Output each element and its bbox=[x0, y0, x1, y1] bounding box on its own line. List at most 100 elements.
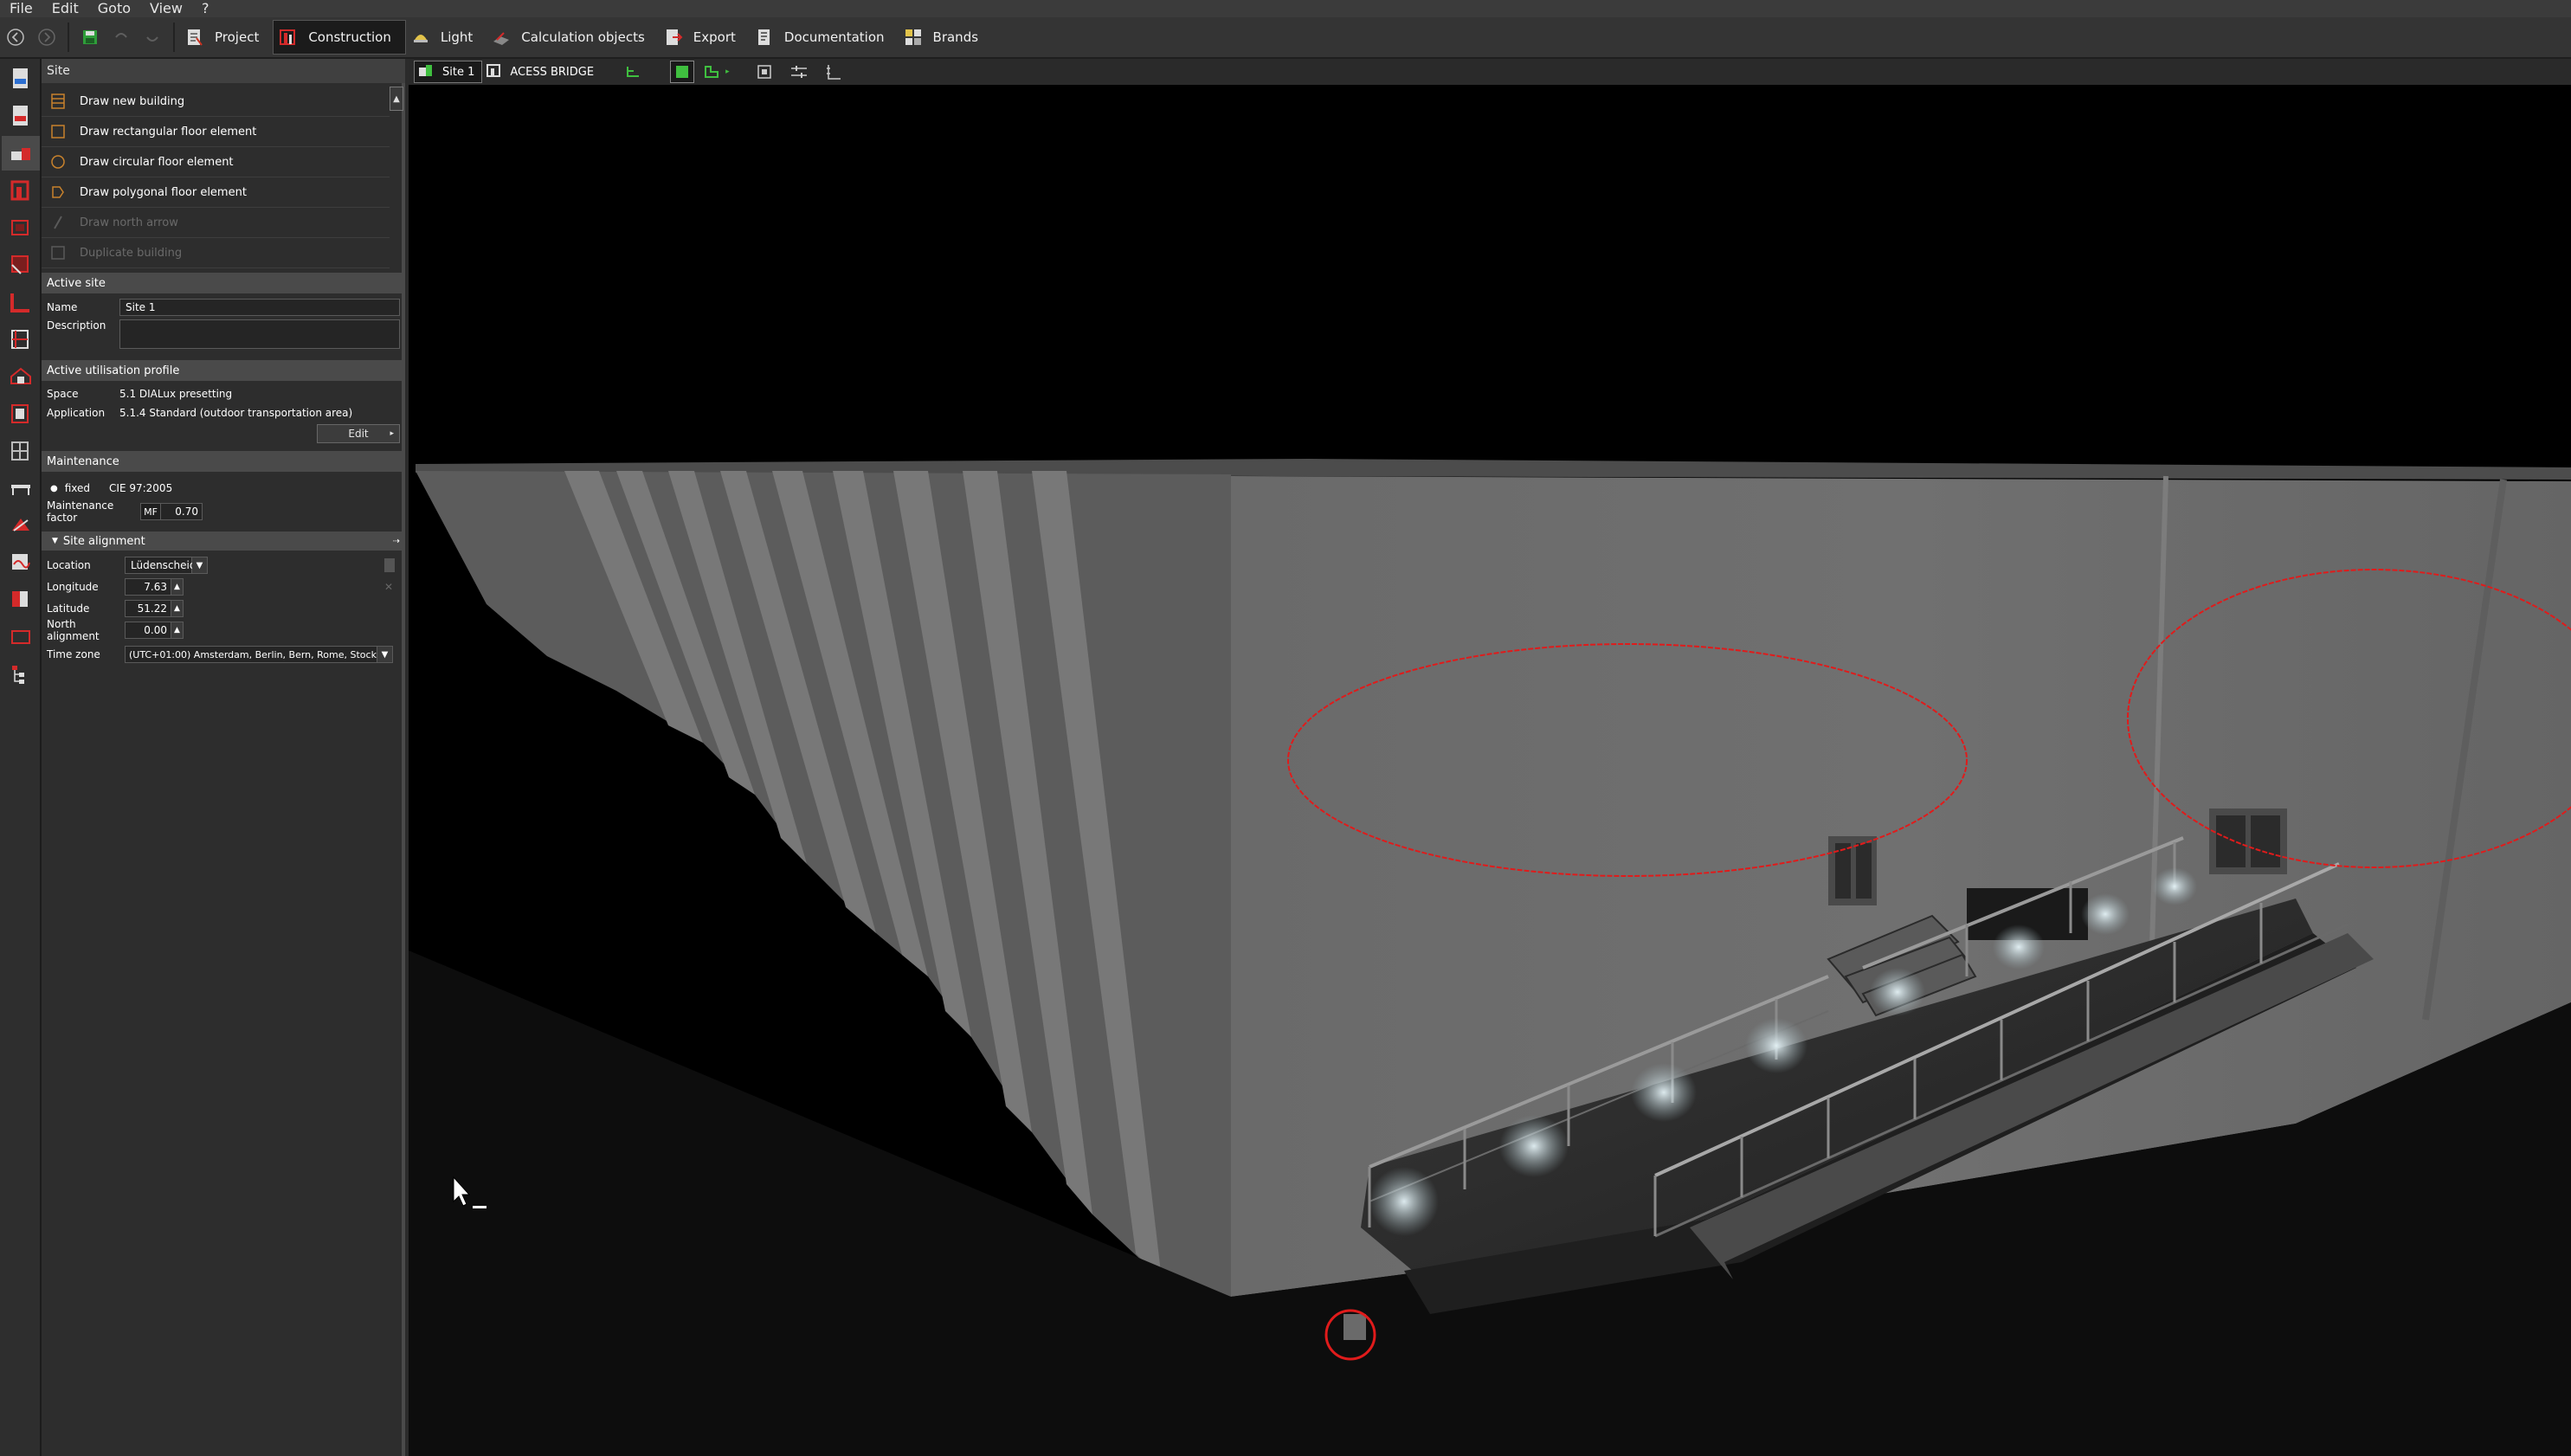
location-select[interactable]: Lüdenscheid bbox=[125, 557, 196, 574]
utilisation-profile-section: Active utilisation profile Space 5.1 DIA… bbox=[42, 360, 405, 443]
viewport-tab-building[interactable]: ACESS BRIDGE bbox=[482, 61, 601, 83]
north-spinner-icon[interactable]: ▲ bbox=[171, 622, 184, 639]
documentation-icon bbox=[755, 28, 774, 47]
rectangle-floor-icon bbox=[47, 120, 69, 143]
space-value: 5.1 DIALux presetting bbox=[119, 388, 233, 400]
chevron-down-icon[interactable]: ▼ bbox=[377, 646, 393, 663]
longitude-spinner-icon[interactable]: ▲ bbox=[171, 578, 184, 596]
save-icon[interactable] bbox=[74, 22, 106, 53]
space-label: Space bbox=[47, 388, 79, 400]
toolbar-separator bbox=[173, 23, 175, 52]
description-label: Description bbox=[47, 319, 106, 332]
import-pdf-icon[interactable] bbox=[2, 99, 40, 133]
name-label: Name bbox=[47, 301, 78, 313]
3d-viewport[interactable]: Site 1 ACESS BRIDGE ▸ bbox=[409, 59, 2571, 1456]
undo-icon[interactable] bbox=[106, 22, 137, 53]
view-dropdown-icon[interactable]: ▸ bbox=[725, 68, 730, 76]
maintenance-factor-input[interactable]: 0.70 bbox=[161, 503, 203, 520]
floor-element-icon[interactable] bbox=[2, 285, 40, 319]
menu-bar: File Edit Goto View ? bbox=[0, 0, 2571, 17]
draw-rectangular-floor-element-button[interactable]: Draw rectangular floor element bbox=[42, 117, 390, 147]
tab-calculation-objects[interactable]: Calculation objects bbox=[486, 20, 659, 55]
time-zone-select[interactable]: (UTC+01:00) Amsterdam, Berlin, Bern, Rom… bbox=[125, 646, 377, 663]
opening-icon[interactable] bbox=[2, 396, 40, 431]
building-icon[interactable] bbox=[2, 173, 40, 208]
3d-scene[interactable] bbox=[409, 85, 2571, 1456]
duplicate-icon bbox=[47, 242, 69, 264]
application-value: 5.1.4 Standard (outdoor transportation a… bbox=[119, 407, 353, 419]
storey-icon[interactable] bbox=[2, 210, 40, 245]
tab-brands[interactable]: Brands bbox=[899, 20, 993, 55]
light-icon bbox=[411, 28, 430, 47]
tab-construction[interactable]: Construction bbox=[273, 20, 406, 55]
draw-circular-floor-element-button[interactable]: Draw circular floor element bbox=[42, 147, 390, 177]
import-dwg-icon[interactable] bbox=[2, 61, 40, 96]
viewport-tab-site[interactable]: Site 1 bbox=[414, 61, 483, 83]
duplicate-building-button[interactable]: Duplicate building bbox=[42, 238, 390, 268]
tree-green-icon[interactable] bbox=[622, 61, 646, 83]
align-icon[interactable] bbox=[787, 61, 811, 83]
chevron-right-icon: ▸ bbox=[390, 429, 394, 438]
room-icon[interactable] bbox=[2, 248, 40, 282]
latitude-spinner-icon[interactable]: ▲ bbox=[171, 600, 184, 617]
menu-edit[interactable]: Edit bbox=[42, 2, 88, 16]
menu-goto[interactable]: Goto bbox=[88, 2, 140, 16]
longitude-label: Longitude bbox=[47, 581, 99, 593]
window-icon[interactable] bbox=[2, 434, 40, 468]
location-label: Location bbox=[47, 559, 91, 571]
menu-help[interactable]: ? bbox=[192, 2, 219, 16]
menu-file[interactable]: File bbox=[0, 2, 42, 16]
forward-icon[interactable] bbox=[31, 22, 62, 53]
edit-profile-button[interactable]: Edit ▸ bbox=[317, 424, 400, 443]
rectangle-draw-icon[interactable] bbox=[2, 620, 40, 654]
chevron-down-icon[interactable]: ▼ bbox=[192, 557, 208, 574]
construction-tool-strip bbox=[0, 59, 42, 1456]
longitude-input[interactable]: 7.63 bbox=[125, 578, 171, 596]
redo-icon[interactable] bbox=[137, 22, 168, 53]
draw-north-arrow-button[interactable]: Draw north arrow bbox=[42, 208, 390, 238]
brands-icon bbox=[904, 28, 923, 47]
furniture-icon[interactable] bbox=[2, 471, 40, 506]
tool-list-scroll-icon[interactable]: ▲ bbox=[390, 87, 403, 111]
maintenance-factor-label: Maintenance factor bbox=[47, 499, 114, 524]
active-site-title: Active site bbox=[42, 273, 405, 293]
site-alignment-section: ▼ Site alignment ⇢ Location Lüdenscheid … bbox=[42, 532, 405, 664]
tab-project[interactable]: Project bbox=[180, 20, 273, 55]
clear-icon[interactable]: ✕ bbox=[384, 581, 393, 593]
roof-icon[interactable] bbox=[2, 359, 40, 394]
site-description-input[interactable] bbox=[119, 319, 400, 349]
menu-view[interactable]: View bbox=[140, 2, 192, 16]
zoom-extents-icon[interactable] bbox=[752, 61, 776, 83]
time-zone-label: Time zone bbox=[47, 648, 100, 660]
north-alignment-input[interactable]: 0.00 bbox=[125, 622, 171, 639]
draw-new-building-button[interactable]: Draw new building bbox=[42, 87, 390, 117]
pin-icon[interactable]: ⇢ bbox=[393, 537, 400, 546]
texture-icon[interactable] bbox=[2, 545, 40, 580]
tab-export[interactable]: Export bbox=[659, 20, 750, 55]
floor-plan-icon[interactable] bbox=[699, 61, 724, 83]
tree-view-icon[interactable] bbox=[2, 657, 40, 692]
colour-icon[interactable] bbox=[2, 583, 40, 617]
site-alignment-header[interactable]: ▼ Site alignment ⇢ bbox=[42, 532, 405, 551]
utilisation-profile-title: Active utilisation profile bbox=[42, 360, 405, 381]
3d-view-icon[interactable] bbox=[670, 61, 695, 83]
ceiling-icon[interactable] bbox=[2, 322, 40, 357]
fixed-radio[interactable]: ● bbox=[50, 484, 58, 493]
north-alignment-label: North alignment bbox=[47, 618, 100, 642]
export-icon bbox=[664, 28, 683, 47]
toolbar-separator bbox=[68, 23, 69, 52]
location-database-icon[interactable] bbox=[384, 558, 395, 572]
building-tab-icon bbox=[486, 63, 501, 81]
tab-light[interactable]: Light bbox=[406, 20, 486, 55]
back-icon[interactable] bbox=[0, 22, 31, 53]
site-name-input[interactable]: Site 1 bbox=[119, 299, 400, 316]
viewport-toolbar: Site 1 ACESS BRIDGE ▸ bbox=[409, 59, 2571, 85]
polygon-floor-icon bbox=[47, 181, 69, 203]
material-icon[interactable] bbox=[2, 508, 40, 543]
draw-polygonal-floor-element-button[interactable]: Draw polygonal floor element bbox=[42, 177, 390, 208]
site-icon[interactable] bbox=[2, 136, 40, 171]
measure-icon[interactable] bbox=[822, 61, 846, 83]
latitude-input[interactable]: 51.22 bbox=[125, 600, 171, 617]
tab-documentation[interactable]: Documentation bbox=[750, 20, 899, 55]
panel-title: Site bbox=[42, 59, 405, 83]
